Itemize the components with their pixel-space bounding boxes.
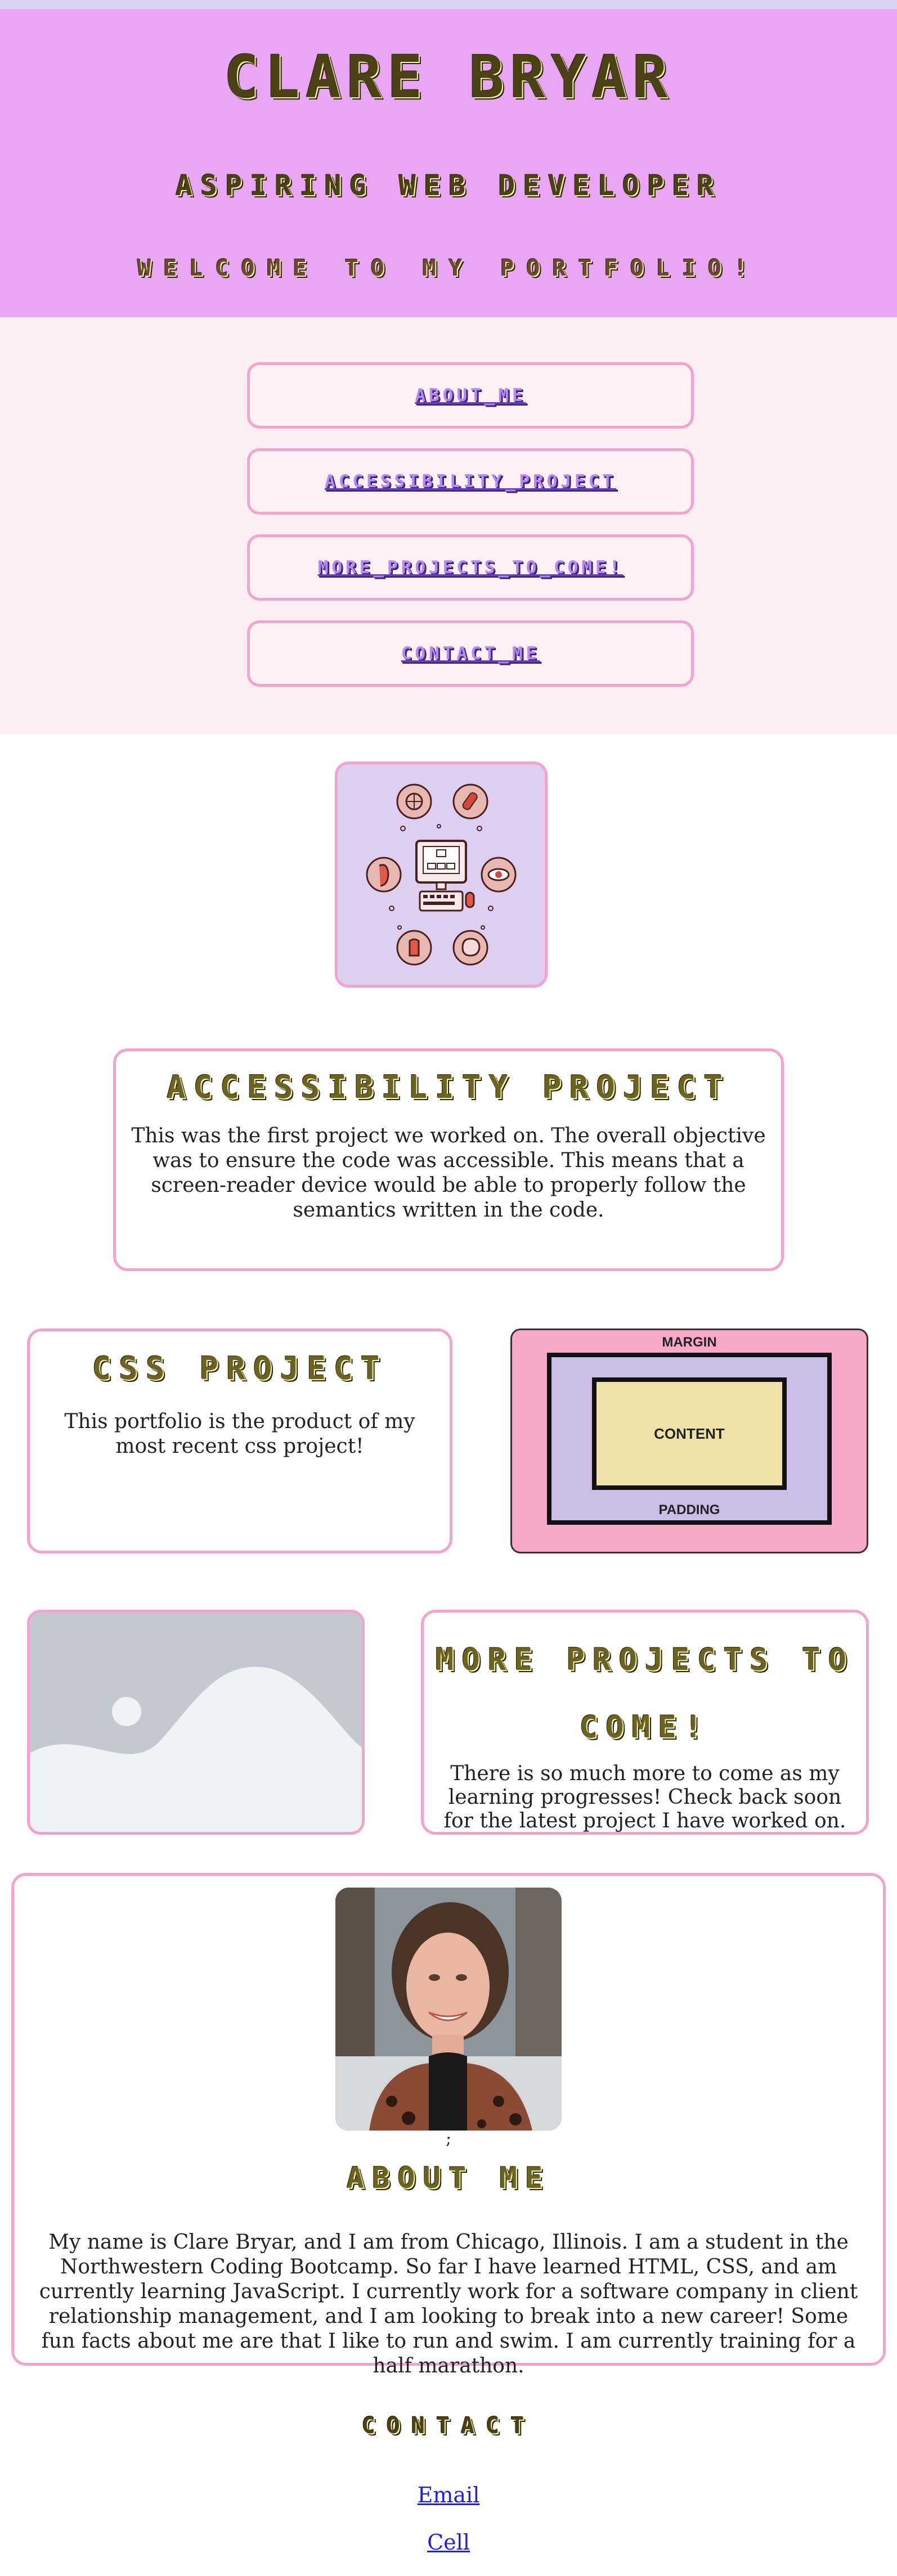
accessibility-card: Accessibility Project This was the first… (113, 1048, 784, 1271)
cell-link[interactable]: Cell (0, 2530, 897, 2555)
more-projects-title: More Projects To Come! (435, 1642, 855, 1745)
more-projects-text: There is so much more to come as my lear… (443, 1762, 846, 1832)
about-me-title: About Me (346, 2161, 551, 2195)
hero-header: Clare Bryar Aspiring Web Developer Welco… (0, 9, 897, 317)
site-role: Aspiring Web Developer (175, 169, 722, 202)
email-link[interactable]: Email (0, 2483, 897, 2507)
nav-more-projects[interactable]: More_Projects_To_Come! (247, 534, 694, 601)
about-me-text: My name is Clare Bryar, and I am from Ch… (39, 2231, 858, 2377)
profile-photo (335, 1888, 562, 2131)
css-project-text: This portfolio is the product of my most… (64, 1410, 415, 1458)
browser-top-strip (0, 0, 897, 9)
box-content-label: CONTENT (592, 1377, 787, 1490)
stray-semicolon: ; (445, 2129, 452, 2149)
css-project-card: CSS Project This portfolio is the produc… (27, 1328, 452, 1553)
box-margin-label: MARGIN (662, 1335, 717, 1350)
main-nav: About_Me Accessibility_Project More_Proj… (0, 317, 897, 735)
accessibility-illustration (335, 762, 548, 988)
nav-contact-me[interactable]: Contact_Me (247, 620, 694, 687)
welcome-text: Welcome to my Portfolio! (137, 255, 760, 281)
accessibility-text: This was the first project we worked on.… (131, 1124, 766, 1222)
accessibility-title: Accessibility Project (166, 1069, 730, 1106)
nav-accessibility-project[interactable]: Accessibility_Project (247, 448, 694, 515)
css-project-title: CSS Project (92, 1350, 388, 1387)
box-padding-label: PADDING (658, 1502, 720, 1517)
contact-title: Contact (361, 2413, 536, 2439)
site-name: Clare Bryar (223, 43, 674, 111)
more-projects-card: More Projects To Come! There is so much … (421, 1610, 869, 1835)
placeholder-image (27, 1610, 365, 1835)
css-box-model-image: MARGIN CONTENT PADDING (510, 1328, 868, 1553)
nav-about-me[interactable]: About_Me (247, 362, 694, 429)
box-padding-area: CONTENT PADDING (547, 1353, 832, 1525)
